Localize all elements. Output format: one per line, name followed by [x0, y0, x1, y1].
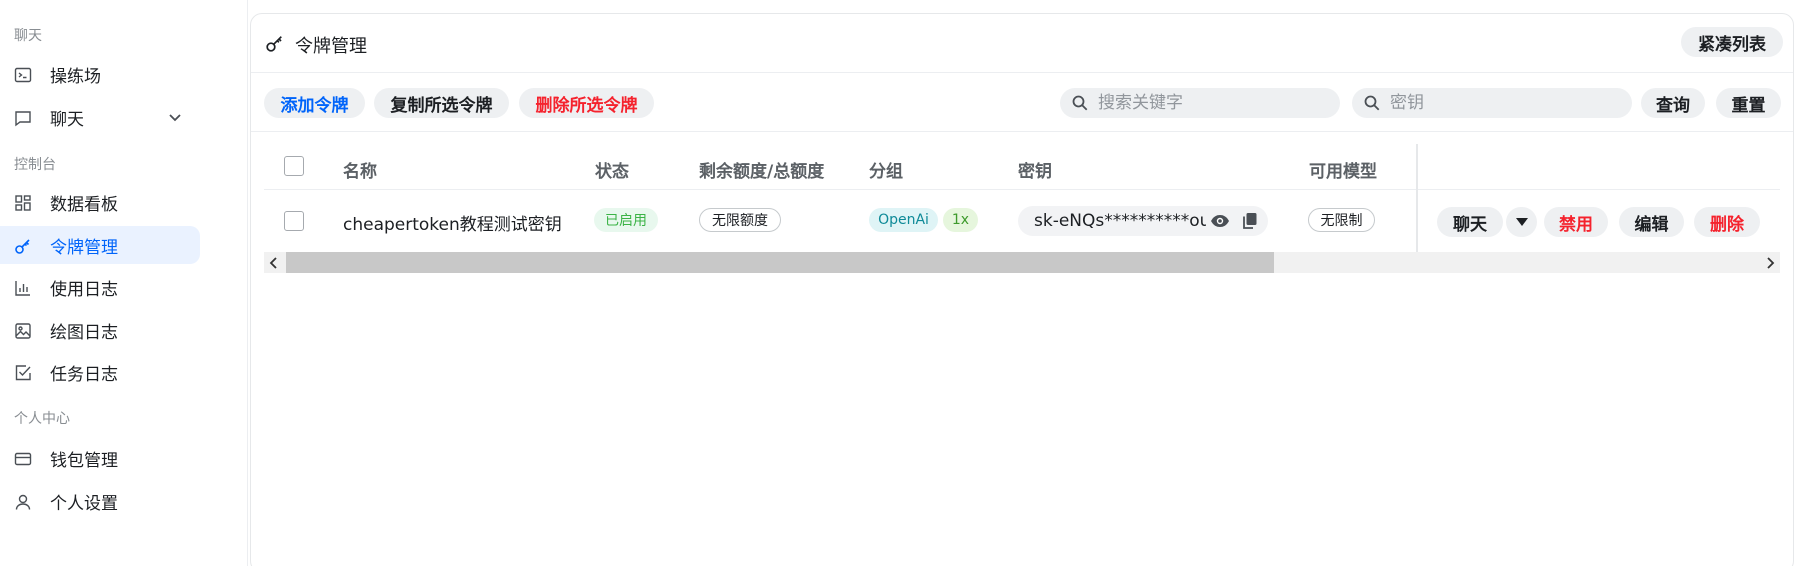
api-key-field: sk-eNQs**********ouKp [1018, 206, 1268, 236]
key-search-input[interactable] [1390, 88, 1626, 118]
sidebar-item-dashboard[interactable]: 数据看板 [0, 183, 200, 221]
image-icon [15, 323, 31, 339]
reset-button[interactable]: 重置 [1716, 88, 1781, 118]
sidebar-item-label: 绘图日志 [50, 322, 118, 343]
scroll-left-arrow[interactable] [264, 252, 284, 273]
api-key-value: sk-eNQs**********ouKp [1034, 211, 1206, 231]
compact-list-button[interactable]: 紧凑列表 [1681, 27, 1783, 57]
sidebar-item-token-management[interactable]: 令牌管理 [0, 226, 200, 264]
table-header-divider [264, 189, 1780, 190]
dashboard-icon [15, 195, 31, 211]
search-icon [1072, 95, 1088, 111]
status-badge: 已启用 [594, 208, 658, 232]
sticky-column-divider [1416, 144, 1418, 252]
scrollbar-thumb[interactable] [286, 252, 1274, 273]
delete-button[interactable]: 删除 [1694, 207, 1760, 237]
search-keyword-input[interactable] [1098, 88, 1334, 118]
sidebar: 聊天 操练场 聊天 控制台 数据看板 令牌管理 使用日志 绘图日志 任务日志 个… [0, 0, 248, 566]
select-all-checkbox[interactable] [284, 156, 304, 176]
chat-dropdown-button[interactable] [1506, 207, 1537, 237]
eye-icon[interactable] [1210, 212, 1230, 230]
search-icon [1364, 95, 1380, 111]
sidebar-item-label: 个人设置 [50, 493, 118, 514]
add-token-button[interactable]: 添加令牌 [264, 88, 365, 118]
section-chat-label: 聊天 [14, 28, 42, 44]
sidebar-item-drawing-logs[interactable]: 绘图日志 [0, 311, 200, 349]
disable-button[interactable]: 禁用 [1544, 207, 1608, 237]
group-badge: OpenAi [869, 208, 938, 232]
column-header-key: 密钥 [1018, 162, 1052, 182]
column-header-status: 状态 [595, 162, 629, 182]
sidebar-item-task-logs[interactable]: 任务日志 [0, 353, 200, 391]
quota-badge: 无限额度 [699, 208, 781, 232]
query-button[interactable]: 查询 [1641, 88, 1705, 118]
chevron-right-icon [1767, 256, 1775, 269]
section-console-label: 控制台 [14, 157, 56, 173]
sidebar-item-playground[interactable]: 操练场 [0, 55, 200, 93]
section-personal-label: 个人中心 [14, 411, 70, 427]
sidebar-item-label: 钱包管理 [50, 450, 118, 471]
copy-selected-tokens-button[interactable]: 复制所选令牌 [374, 88, 509, 118]
delete-selected-tokens-button[interactable]: 删除所选令牌 [519, 88, 654, 118]
chat-button[interactable]: 聊天 [1437, 207, 1503, 237]
sidebar-item-usage-logs[interactable]: 使用日志 [0, 268, 200, 306]
ratio-badge: 1x [943, 208, 978, 232]
sidebar-item-personal-settings[interactable]: 个人设置 [0, 482, 200, 520]
column-header-quota: 剩余额度/总额度 [699, 162, 825, 182]
column-header-name: 名称 [343, 162, 377, 182]
token-name: cheapertoken教程测试密钥 [343, 215, 562, 235]
toolbar-divider [251, 131, 1793, 132]
sidebar-item-label: 使用日志 [50, 279, 118, 300]
sidebar-item-label: 数据看板 [50, 194, 118, 215]
search-keyword-field[interactable] [1060, 88, 1340, 118]
key-icon [266, 36, 282, 52]
checkbox-icon [15, 365, 31, 381]
sidebar-item-chat[interactable]: 聊天 [0, 98, 200, 136]
key-search-field[interactable] [1352, 88, 1632, 118]
chevron-down-icon[interactable] [166, 108, 184, 126]
chat-icon [15, 111, 31, 127]
edit-button[interactable]: 编辑 [1619, 207, 1684, 237]
user-icon [15, 494, 31, 510]
sidebar-item-label: 任务日志 [50, 364, 118, 385]
column-header-models: 可用模型 [1309, 162, 1377, 182]
caret-down-icon [1515, 218, 1528, 226]
credit-card-icon [14, 452, 32, 466]
column-header-group: 分组 [869, 162, 903, 182]
terminal-icon [14, 67, 32, 83]
chevron-left-icon [269, 256, 277, 269]
row-checkbox[interactable] [284, 211, 304, 231]
sidebar-item-label: 聊天 [50, 109, 84, 130]
page-title: 令牌管理 [295, 36, 367, 57]
scroll-right-arrow[interactable] [1760, 252, 1780, 273]
card-header: 令牌管理 紧凑列表 [251, 14, 1793, 73]
models-badge: 无限制 [1308, 208, 1375, 232]
sidebar-item-label: 操练场 [50, 66, 101, 87]
copy-icon[interactable] [1242, 212, 1258, 230]
sidebar-item-wallet[interactable]: 钱包管理 [0, 439, 200, 477]
horizontal-scrollbar[interactable] [264, 252, 1780, 273]
sidebar-item-label: 令牌管理 [50, 237, 118, 258]
token-management-card: 令牌管理 紧凑列表 添加令牌 复制所选令牌 删除所选令牌 查询 重置 [250, 13, 1794, 566]
bar-chart-icon [15, 281, 30, 296]
key-icon [15, 239, 30, 254]
